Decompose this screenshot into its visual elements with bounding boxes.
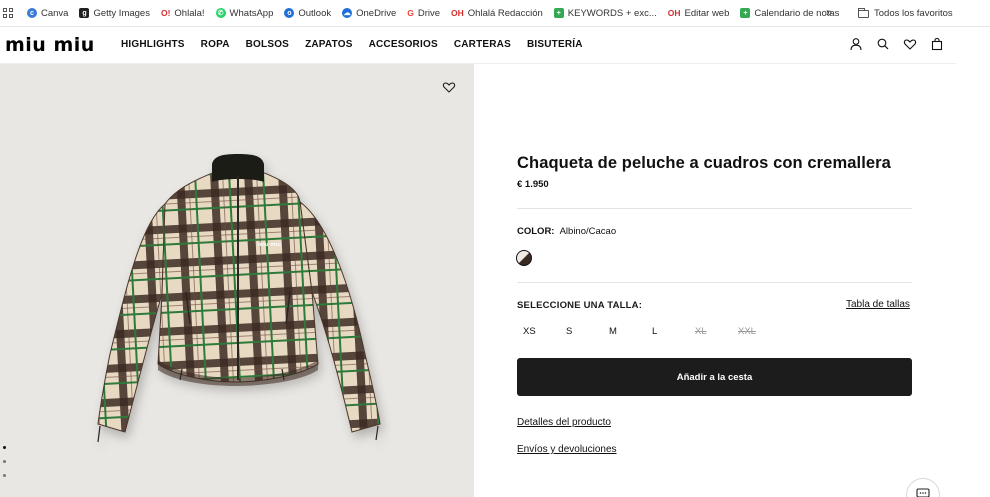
scroll-gutter [956,27,990,497]
bookmark-label: Canva [41,7,69,19]
ohlala-icon: OH [451,8,464,18]
size-guide-link[interactable]: Tabla de tallas [846,299,910,310]
search-icon[interactable] [876,37,890,51]
bookmark-ohlala[interactable]: O! Ohlala! [161,0,205,27]
color-swatch[interactable] [516,250,532,266]
size-option-l[interactable]: L [646,326,689,337]
google-icon: G [407,8,414,18]
folder-label: Todos los favoritos [874,8,953,19]
sheets-plus-icon: + [740,8,751,18]
ohlala-icon: O! [160,8,171,18]
divider [517,282,912,283]
bookmark-label: Getty Images [93,7,150,19]
nav-bolsos[interactable]: BOLSOS [246,39,289,51]
sheets-plus-icon: + [553,8,564,18]
getty-icon: g [79,8,90,18]
bookmark-keywords[interactable]: + KEYWORDS + exc... [553,0,657,27]
color-info: COLOR: Albino/Cacao [517,226,616,237]
image-carousel-dots [3,446,6,488]
add-to-cart-button[interactable]: Añadir a la cesta [517,358,912,396]
folder-icon [857,7,869,18]
carousel-dot[interactable] [3,460,6,463]
carousel-dot[interactable] [3,446,6,449]
jacket-illustration [97,154,381,443]
ohlala-icon: OH [667,8,681,18]
all-bookmarks-folder[interactable]: Todos los favoritos [857,0,953,27]
divider [517,208,912,209]
bookmark-onedrive[interactable]: ☁ OneDrive [342,0,396,27]
size-option-m[interactable]: M [603,326,646,337]
size-option-xxl[interactable]: XXL [732,326,775,337]
apps-grid-icon[interactable] [3,8,13,18]
size-option-xl[interactable]: XL [689,326,732,337]
bookmark-whatsapp[interactable]: ✆ WhatsApp [215,0,274,27]
brand-logo[interactable]: miu miu [5,35,95,55]
heart-icon[interactable] [903,37,917,51]
bookmark-label: Drive [417,7,441,19]
size-option-s[interactable]: S [560,326,603,337]
size-label: SELECCIONE UNA TALLA: [517,300,643,311]
nav-highlights[interactable]: HIGHLIGHTS [121,39,185,51]
nav-bisuteria[interactable]: BISUTERÍA [527,39,583,51]
bookmark-editar-web[interactable]: OH Editar web [668,0,730,27]
color-label: COLOR: [517,226,555,237]
bookmark-drive[interactable]: G Drive [407,0,440,27]
bookmark-label: KEYWORDS + exc... [567,7,657,19]
bookmark-canva[interactable]: c Canva [27,0,68,27]
nav-zapatos[interactable]: ZAPATOS [305,39,353,51]
size-option-xs[interactable]: XS [517,326,560,337]
product-title: Chaqueta de peluche a cuadros con cremal… [517,154,891,172]
bookmark-label: OneDrive [356,7,397,19]
bookmark-outlook[interactable]: o Outlook [284,0,331,27]
shipping-returns-link[interactable]: Envíos y devoluciones [517,444,617,455]
product-info: Chaqueta de peluche a cuadros con cremal… [474,64,956,497]
bookmark-ohlala-redaccion[interactable]: OH Ohlalá Redacción [451,0,543,27]
bookmark-getty[interactable]: g Getty Images [79,0,150,27]
carousel-dot[interactable] [3,474,6,477]
bookmark-label: Ohlalá Redacción [467,7,543,19]
jacket-brand-print: miu miu [258,242,282,248]
product-image: miu miu [0,64,474,497]
outlook-icon: o [284,8,295,18]
bookmark-label: WhatsApp [229,7,274,19]
color-value: Albino/Cacao [559,226,617,237]
product-price: € 1.950 [517,179,549,190]
nav-accesorios[interactable]: ACCESORIOS [369,39,438,51]
whatsapp-icon: ✆ [215,8,226,18]
canva-icon: c [27,8,37,18]
header-icons [836,37,944,51]
chat-icon [916,487,930,497]
nav-carteras[interactable]: CARTERAS [454,39,511,51]
onedrive-icon: ☁ [342,8,353,18]
more-bookmarks-button[interactable]: » [826,7,832,19]
nav-ropa[interactable]: ROPA [201,39,230,51]
bookmark-calendario[interactable]: + Calendario de notas [740,0,839,27]
wishlist-heart-icon[interactable] [442,80,456,99]
bookmark-label: Editar web [684,7,730,19]
bookmarks-bar: c Canva g Getty Images O! Ohlala! ✆ What… [0,0,990,27]
product-details-link[interactable]: Detalles del producto [517,417,611,428]
size-options: XS S M L XL XXL [517,326,775,337]
site-header: miu miu HIGHLIGHTS ROPA BOLSOS ZAPATOS A… [0,27,990,64]
bookmark-label: Ohlala! [174,7,205,19]
bookmark-label: Outlook [298,7,332,19]
bag-icon[interactable] [930,37,944,51]
main-nav: HIGHLIGHTS ROPA BOLSOS ZAPATOS ACCESORIO… [121,39,599,51]
user-icon[interactable] [849,37,863,51]
